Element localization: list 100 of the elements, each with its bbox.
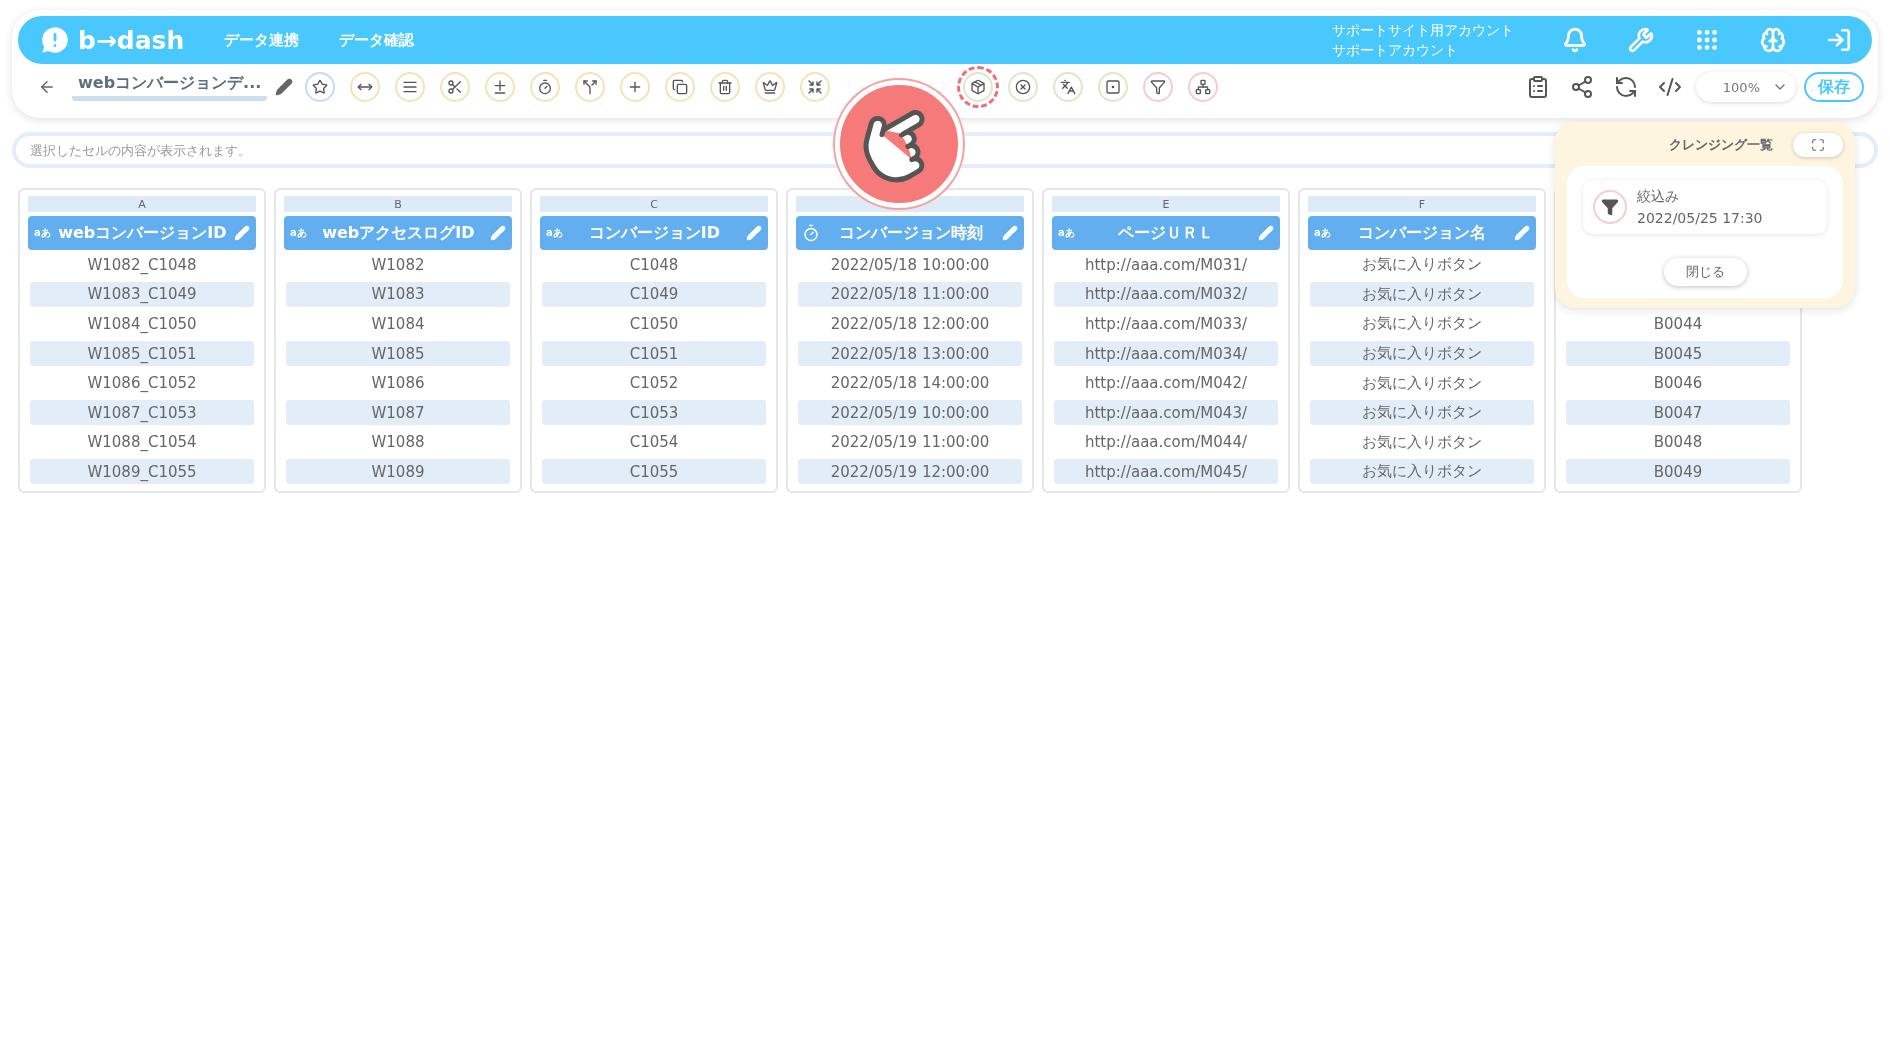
math-icon[interactable] bbox=[484, 72, 515, 102]
column-title: コンバージョンID bbox=[587, 222, 721, 244]
table-cell-text: 2022/05/19 11:00:00 bbox=[829, 432, 991, 454]
zoom-select[interactable]: 100% bbox=[1696, 72, 1796, 102]
plus-icon[interactable] bbox=[619, 72, 650, 102]
table-cell: 2022/05/18 11:00:00 bbox=[798, 281, 1022, 307]
pencil-icon[interactable] bbox=[275, 78, 294, 96]
table-cell-text: W1088_C1054 bbox=[86, 432, 198, 454]
table-cell: C1055 bbox=[542, 459, 766, 485]
shrink-icon[interactable] bbox=[799, 72, 830, 102]
column-header[interactable]: aあ コンバージョンID bbox=[540, 216, 768, 250]
logo-text: b→dash bbox=[78, 25, 185, 55]
scissors-icon[interactable] bbox=[439, 72, 470, 102]
table-cell-text: C1052 bbox=[628, 373, 680, 395]
table-cell-text: http://aaa.com/M042/ bbox=[1084, 373, 1248, 395]
timer-icon[interactable] bbox=[529, 72, 560, 102]
type-mark: aあ bbox=[1058, 226, 1075, 240]
table-cell: お気に入りボタン bbox=[1310, 459, 1534, 485]
table-cell: W1089 bbox=[286, 459, 510, 485]
column-header[interactable]: aあ ページＵＲＬ bbox=[1052, 216, 1280, 250]
table-cell-text: http://aaa.com/M031/ bbox=[1084, 254, 1248, 276]
refresh-icon[interactable] bbox=[1614, 75, 1638, 99]
table-cell-text: お気に入りボタン bbox=[1361, 431, 1483, 453]
table-cell-text: お気に入りボタン bbox=[1361, 313, 1483, 335]
table-cell: お気に入りボタン bbox=[1310, 400, 1534, 426]
table-cell: B0049 bbox=[1566, 459, 1790, 485]
back-icon[interactable] bbox=[38, 78, 56, 96]
filter-icon[interactable] bbox=[1142, 72, 1173, 102]
table-cell: 2022/05/18 13:00:00 bbox=[798, 341, 1022, 367]
close-button[interactable]: 閉じる bbox=[1663, 258, 1747, 286]
table-cell: http://aaa.com/M043/ bbox=[1054, 400, 1278, 426]
column-title: ページＵＲＬ bbox=[1117, 222, 1216, 244]
column-letter: C bbox=[540, 196, 768, 212]
table-cell-text: 2022/05/18 14:00:00 bbox=[829, 373, 991, 395]
table-cell: B0045 bbox=[1566, 341, 1790, 367]
table-cell: http://aaa.com/M045/ bbox=[1054, 459, 1278, 485]
table-cell-text: 2022/05/18 12:00:00 bbox=[829, 314, 991, 335]
trash-icon[interactable] bbox=[709, 72, 740, 102]
table-cell-text: W1086 bbox=[370, 373, 426, 395]
table-cell: W1087 bbox=[286, 400, 510, 426]
table-cell: 2022/05/19 12:00:00 bbox=[798, 459, 1022, 485]
arrows-icon[interactable] bbox=[349, 72, 380, 102]
column-header[interactable]: aあ コンバージョン名 bbox=[1308, 216, 1536, 250]
column-header[interactable]: aあ webアクセスログID bbox=[284, 216, 512, 250]
copy-icon[interactable] bbox=[664, 72, 695, 102]
table-cell: C1051 bbox=[542, 341, 766, 367]
nav-link[interactable]: データ連携 bbox=[224, 30, 300, 50]
type-mark: aあ bbox=[290, 226, 307, 240]
save-button[interactable]: 保存 bbox=[1804, 72, 1864, 102]
table-cell-text: C1050 bbox=[628, 314, 680, 335]
table-cell: お気に入りボタン bbox=[1310, 341, 1534, 367]
column-letter: F bbox=[1308, 196, 1536, 212]
column-letter: A bbox=[28, 196, 256, 212]
dataset-title: webコンバージョンデ... bbox=[72, 73, 268, 101]
nav-link[interactable]: データ確認 bbox=[339, 30, 415, 50]
table-cell-text: http://aaa.com/M044/ bbox=[1084, 432, 1248, 454]
table-cell: W1087_C1053 bbox=[30, 400, 254, 426]
table-cell: C1053 bbox=[542, 400, 766, 426]
table-cell-text: 2022/05/18 10:00:00 bbox=[829, 254, 991, 276]
column-letter: E bbox=[1052, 196, 1280, 212]
clipboard-icon[interactable] bbox=[1526, 75, 1550, 99]
table-cell: B0047 bbox=[1566, 400, 1790, 426]
expand-icon bbox=[1811, 138, 1825, 152]
hierarchy-icon[interactable] bbox=[1187, 72, 1218, 102]
table-cell-text: C1048 bbox=[628, 254, 680, 276]
split-icon[interactable] bbox=[574, 72, 605, 102]
table-cell: 2022/05/19 10:00:00 bbox=[798, 400, 1022, 426]
filter-icon bbox=[1593, 190, 1627, 224]
table-cell-text: W1084 bbox=[370, 314, 426, 335]
table-cell-text: W1088 bbox=[370, 432, 426, 454]
item-name: 絞込み bbox=[1637, 188, 1680, 206]
type-mark: aあ bbox=[1314, 226, 1331, 240]
table-cell-text: B0044 bbox=[1652, 314, 1704, 335]
table-cell-text: B0046 bbox=[1652, 373, 1704, 395]
column-title: コンバージョン時刻 bbox=[838, 222, 984, 244]
share-icon[interactable] bbox=[1570, 75, 1594, 99]
table-cell: W1089_C1055 bbox=[30, 459, 254, 485]
table-cell-text: W1086_C1052 bbox=[86, 373, 198, 395]
table-cell: W1083 bbox=[286, 281, 510, 307]
translate-icon[interactable] bbox=[1052, 72, 1083, 102]
panel-title: クレンジング一覧 bbox=[1669, 136, 1773, 154]
table-cell: W1085_C1051 bbox=[30, 341, 254, 367]
list-icon[interactable] bbox=[394, 72, 425, 102]
column-title: webコンバージョンID bbox=[57, 222, 228, 244]
column-title: コンバージョン名 bbox=[1357, 222, 1488, 244]
code-icon[interactable] bbox=[1658, 75, 1682, 99]
crown-icon[interactable] bbox=[754, 72, 785, 102]
table-cell: http://aaa.com/M032/ bbox=[1054, 281, 1278, 307]
item-date: 2022/05/25 17:30 bbox=[1637, 210, 1763, 226]
cleansing-item[interactable]: 絞込み 2022/05/25 17:30 bbox=[1583, 180, 1827, 234]
x-circle-icon[interactable] bbox=[1007, 72, 1038, 102]
account-text: サポートアカウント bbox=[1332, 41, 1459, 60]
column-header[interactable]: コンバージョン時刻 bbox=[796, 216, 1024, 250]
table-cell: W1083_C1049 bbox=[30, 281, 254, 307]
table-cell-text: http://aaa.com/M033/ bbox=[1084, 314, 1248, 335]
table-cell-text: C1054 bbox=[628, 432, 680, 454]
column-header[interactable]: aあ webコンバージョンID bbox=[28, 216, 256, 250]
column-letter: B bbox=[284, 196, 512, 212]
table-cell-text: W1082_C1048 bbox=[86, 254, 198, 276]
timer-icon bbox=[802, 224, 820, 242]
